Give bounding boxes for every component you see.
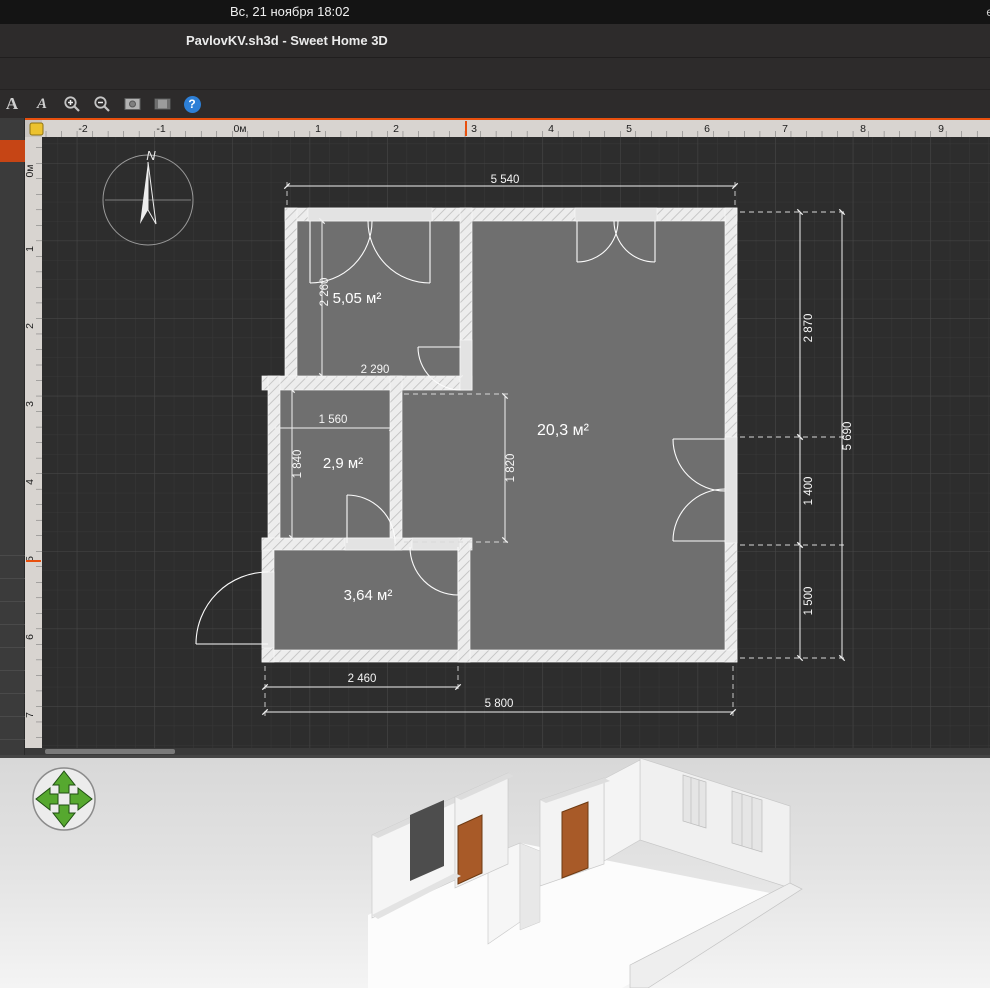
level-icon: [30, 123, 43, 135]
svg-text:0м: 0м: [25, 164, 36, 177]
svg-text:6: 6: [25, 634, 36, 640]
window-3d: [732, 791, 762, 852]
system-bar: Вс, 21 ноября 18:02 е: [0, 0, 990, 24]
door-3d: [458, 815, 482, 884]
door-opening: [308, 208, 432, 221]
dim-right-c: 1 500: [803, 587, 815, 616]
door-opening: [460, 340, 472, 390]
dim-room1-width: 2 290: [361, 364, 390, 376]
3d-view[interactable]: [0, 755, 990, 988]
room-fills: [274, 221, 725, 650]
window-3d: [683, 775, 706, 828]
dim-bottom-total: 5 800: [485, 698, 514, 710]
door-opening: [412, 538, 460, 550]
toolbar: A A: [0, 90, 990, 118]
plan-horizontal-scrollbar[interactable]: [25, 748, 990, 755]
dim-right-b: 1 400: [803, 477, 815, 506]
svg-text:9: 9: [938, 123, 944, 135]
navigation-widget[interactable]: [33, 768, 95, 830]
create-video-button[interactable]: [152, 93, 172, 115]
italic-text-icon: A: [37, 96, 47, 113]
svg-text:3: 3: [25, 401, 36, 407]
create-photo-button[interactable]: [122, 93, 142, 115]
door-opening: [262, 572, 274, 648]
video-icon: [154, 96, 171, 112]
room-label-2-9: 2,9 м²: [323, 455, 363, 472]
catalog-selected-item[interactable]: [0, 140, 25, 162]
plan-view[interactable]: N: [25, 118, 990, 755]
dim-bottom-a: 2 460: [348, 673, 377, 685]
svg-text:7: 7: [782, 123, 788, 135]
dim-hall: 1 820: [505, 454, 517, 483]
3d-wall-stub-side: [520, 843, 540, 930]
zoom-out-icon: [93, 95, 111, 113]
svg-text:6: 6: [704, 123, 710, 135]
door-3d: [562, 802, 588, 878]
svg-text:3: 3: [471, 123, 477, 135]
help-button[interactable]: ?: [182, 93, 202, 115]
screen: Вс, 21 ноября 18:02 е PavlovKV.sh3d - Sw…: [0, 0, 990, 988]
svg-text:5: 5: [626, 123, 632, 135]
scrollbar-thumb[interactable]: [45, 749, 175, 754]
zoom-out-button[interactable]: [92, 93, 112, 115]
vertical-ruler: 0м 1 2 3 4 5 6 7: [25, 137, 42, 748]
dim-room2-width: 1 560: [319, 414, 348, 426]
svg-text:7: 7: [25, 712, 36, 718]
window-title: PavlovKV.sh3d - Sweet Home 3D: [186, 24, 388, 57]
text-icon: A: [6, 94, 18, 114]
room-label-3-64: 3,64 м²: [344, 587, 393, 604]
furniture-list-rows[interactable]: [0, 555, 25, 755]
svg-text:1: 1: [315, 123, 321, 135]
svg-text:4: 4: [25, 479, 36, 485]
window-title-bar[interactable]: PavlovKV.sh3d - Sweet Home 3D: [0, 24, 990, 58]
dim-room2-height: 1 840: [292, 450, 304, 479]
add-text-button[interactable]: A: [2, 93, 22, 115]
door-opening: [575, 208, 657, 221]
door-opening: [345, 538, 395, 550]
dim-room1-height: 2 260: [319, 278, 331, 307]
ruler-corner: [25, 120, 43, 137]
room-label-5-05: 5,05 м²: [333, 290, 382, 307]
status-icon-fragment: е: [986, 0, 990, 24]
room-label-20-3: 20,3 м²: [537, 422, 590, 439]
dim-top: 5 540: [491, 174, 520, 186]
svg-text:8: 8: [860, 123, 866, 135]
svg-text:0м: 0м: [233, 123, 246, 135]
workspace: N: [0, 118, 990, 755]
menu-strip: [0, 58, 990, 90]
dim-right-total: 5 690: [842, 422, 854, 451]
zoom-in-button[interactable]: [62, 93, 82, 115]
horizontal-ruler: -2 -1 0м 1 2 3 4 5 6 7 8 9: [42, 120, 990, 137]
svg-text:-1: -1: [156, 123, 165, 135]
dim-right-a: 2 870: [803, 314, 815, 343]
svg-text:2: 2: [393, 123, 399, 135]
zoom-in-icon: [63, 95, 81, 113]
italic-text-button[interactable]: A: [32, 93, 52, 115]
svg-text:1: 1: [25, 246, 36, 252]
svg-text:2: 2: [25, 323, 36, 329]
system-clock[interactable]: Вс, 21 ноября 18:02: [230, 0, 350, 24]
furniture-catalog-strip[interactable]: [0, 118, 25, 755]
svg-text:4: 4: [548, 123, 554, 135]
compass-north-label: N: [146, 148, 156, 163]
svg-text:-2: -2: [78, 123, 87, 135]
door-opening: [725, 437, 737, 543]
photo-icon: [124, 96, 141, 112]
help-icon: ?: [184, 96, 201, 113]
